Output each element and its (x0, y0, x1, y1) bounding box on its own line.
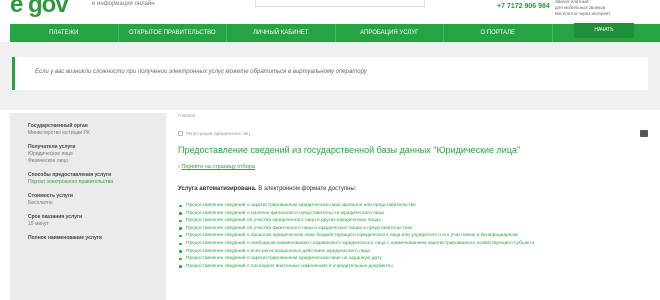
contact-note: Звонок платный для мобильных звонков Бес… (555, 0, 611, 16)
sidebar-group-duration: Срок оказания услуги 15 минут (28, 214, 148, 228)
automation-bold: Услуга автоматизирована. (178, 186, 257, 192)
logo-text: e gov (10, 0, 69, 18)
service-link[interactable]: Предоставление сведений о зарегистрирова… (178, 255, 648, 263)
service-link[interactable]: Предоставление сведений о свободном наим… (178, 240, 648, 248)
header: e gov и информация онлайн +7 7172 906 98… (0, 0, 660, 20)
print-icon[interactable] (640, 130, 648, 137)
breadcrumb[interactable]: Главная (178, 113, 195, 118)
sidebar-group-full-name: Полное наименование услуги (28, 235, 148, 242)
sidebar-value: 15 минут (28, 221, 49, 227)
notice-section: Если у вас возникли сложности при получе… (0, 42, 660, 110)
sidebar-group-methods: Способы предоставления услуги Портал эле… (28, 172, 148, 186)
nav-item-service-testing[interactable]: Апробация услуг (336, 24, 444, 42)
sidebar-group-agency: Государственный орган Министерство юстиц… (28, 123, 148, 137)
service-link[interactable]: Предоставление сведений о зарегистрирова… (178, 202, 648, 210)
phone-number[interactable]: +7 7172 906 984 (497, 3, 550, 10)
service-link[interactable]: Предоставление сведений о прошлом юридич… (178, 232, 648, 240)
service-link[interactable]: Предоставление сведений о всех регистрац… (178, 248, 648, 256)
category-icon (178, 131, 183, 136)
sidebar-label: Получатели услуги (28, 144, 76, 150)
back-link-text[interactable]: Перейти на страницу отбора (181, 164, 255, 170)
sidebar-value-link[interactable]: Портал электронного правительства (28, 179, 148, 186)
breadcrumb-category[interactable]: Регистрация юридических лиц (186, 131, 250, 136)
start-chat-button[interactable]: Начать (574, 23, 634, 38)
sidebar-label: Способы предоставления услуги (28, 172, 112, 178)
service-link[interactable]: Предоставление сведений об участии физич… (178, 225, 648, 233)
sidebar-label: Срок оказания услуги (28, 214, 83, 220)
sidebar-value: Физическое лицо (28, 158, 69, 164)
service-link[interactable]: Предоставление сведений о наличии филиал… (178, 210, 648, 218)
sidebar-label: Государственный орган (28, 123, 88, 129)
sidebar-group-cost: Стоимость услуги Бесплатно (28, 193, 148, 207)
nav-item-open-government[interactable]: Открытое правительство (119, 24, 227, 42)
sidebar-value: Бесплатно (28, 200, 53, 206)
automation-note: Услуга автоматизирована. В электронном ф… (178, 186, 356, 192)
back-link[interactable]: ‹ Перейти на страницу отбора (178, 164, 255, 170)
service-link[interactable]: Предоставление сведений об участии юриди… (178, 217, 648, 225)
nav-item-personal-cabinet[interactable]: Личный кабинет (227, 24, 336, 42)
sidebar-value: Юридическое лицо (28, 151, 73, 157)
nav-item-payments[interactable]: Платежи (10, 24, 119, 42)
tagline: и информация онлайн (92, 1, 155, 7)
operator-notice: Если у вас возникли сложности при получе… (12, 57, 648, 90)
service-list: Предоставление сведений о зарегистрирова… (178, 202, 648, 270)
sidebar-value: Министерство юстиции РК (28, 130, 90, 136)
main-nav: Платежи Открытое правительство Личный ка… (10, 24, 660, 42)
page-title: Предоставление сведений из государственн… (178, 145, 521, 155)
search-input[interactable] (255, 0, 425, 7)
sidebar-group-recipients: Получатели услуги Юридическое лицо Физич… (28, 144, 148, 165)
egov-logo[interactable]: e gov (10, 0, 69, 19)
sidebar-label: Стоимость услуги (28, 193, 73, 199)
sidebar-label: Полное наименование услуги (28, 235, 102, 241)
automation-rest: В электронном формате доступны: (256, 186, 357, 192)
notice-text: Если у вас возникли сложности при получе… (35, 69, 367, 75)
service-link[interactable]: Предоставление сведений о последних внес… (178, 263, 648, 271)
service-info-sidebar: Государственный орган Министерство юстиц… (10, 113, 166, 300)
nav-item-about[interactable]: О портале (444, 24, 553, 42)
